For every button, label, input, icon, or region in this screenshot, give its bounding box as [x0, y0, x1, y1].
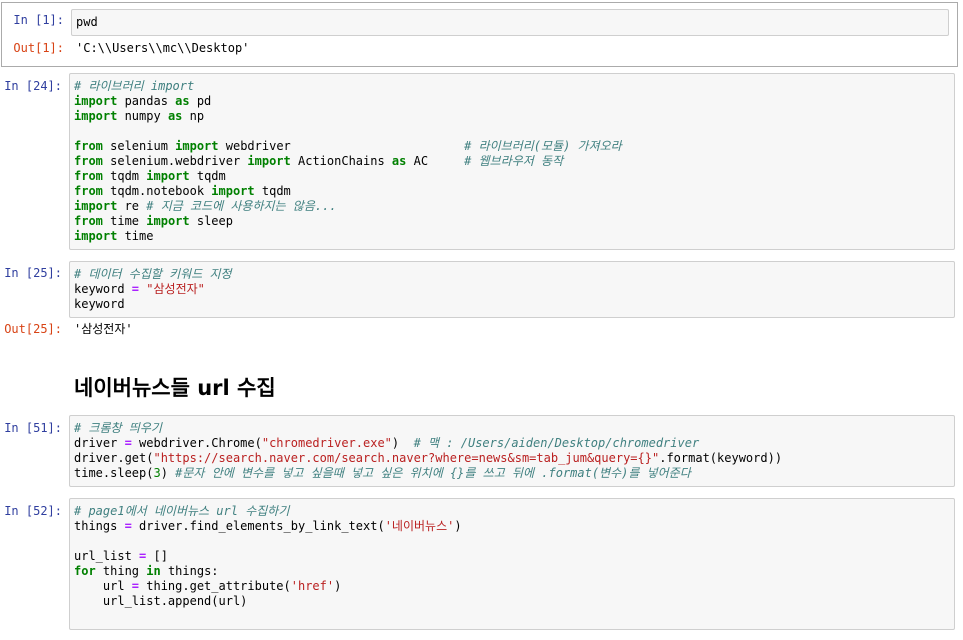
code-text: # 라이브러리 import import pandas as pd impor… — [74, 79, 622, 243]
output-text: 'C:\\Users\\mc\\Desktop' — [76, 41, 250, 55]
notebook-cell-3[interactable]: In [25]: # 데이터 수집할 키워드 지정 keyword = "삼성전… — [0, 259, 963, 339]
output-prompt: Out[1]: — [13, 41, 64, 55]
output-prompt: Out[25]: — [4, 322, 62, 336]
notebook-cell-1[interactable]: In [1]: pwd Out[1]: 'C:\\Users\\mc\\Desk… — [1, 2, 958, 67]
input-prompt: In [52]: — [4, 504, 62, 518]
code-text: # 데이터 수집할 키워드 지정 keyword = "삼성전자" keywor… — [74, 267, 232, 311]
code-editor[interactable]: # page1에서 네이버뉴스 url 수집하기 things = driver… — [69, 498, 955, 630]
output-text: '삼성전자' — [74, 322, 133, 336]
notebook-cell-2[interactable]: In [24]: # 라이브러리 import import pandas as… — [0, 72, 963, 252]
input-prompt: In [24]: — [4, 79, 62, 93]
code-editor[interactable]: # 라이브러리 import import pandas as pd impor… — [69, 73, 955, 250]
notebook-cell-5[interactable]: In [52]: # page1에서 네이버뉴스 url 수집하기 things… — [0, 496, 963, 636]
input-prompt: In [1]: — [13, 13, 64, 27]
notebook-cell-4[interactable]: In [51]: # 크롬창 띄우기 driver = webdriver.Ch… — [0, 413, 963, 488]
code-text: # 크롬창 띄우기 driver = webdriver.Chrome("chr… — [74, 421, 783, 480]
code-editor[interactable]: pwd — [71, 9, 949, 36]
markdown-heading: 네이버뉴스들 url 수집 — [74, 376, 276, 400]
input-prompt: In [51]: — [4, 421, 62, 435]
input-prompt: In [25]: — [4, 266, 62, 280]
code-editor[interactable]: # 데이터 수집할 키워드 지정 keyword = "삼성전자" keywor… — [69, 261, 955, 318]
code-text: pwd — [76, 15, 98, 29]
code-editor[interactable]: # 크롬창 띄우기 driver = webdriver.Chrome("chr… — [69, 415, 955, 487]
code-text: # page1에서 네이버뉴스 url 수집하기 things = driver… — [74, 504, 462, 608]
